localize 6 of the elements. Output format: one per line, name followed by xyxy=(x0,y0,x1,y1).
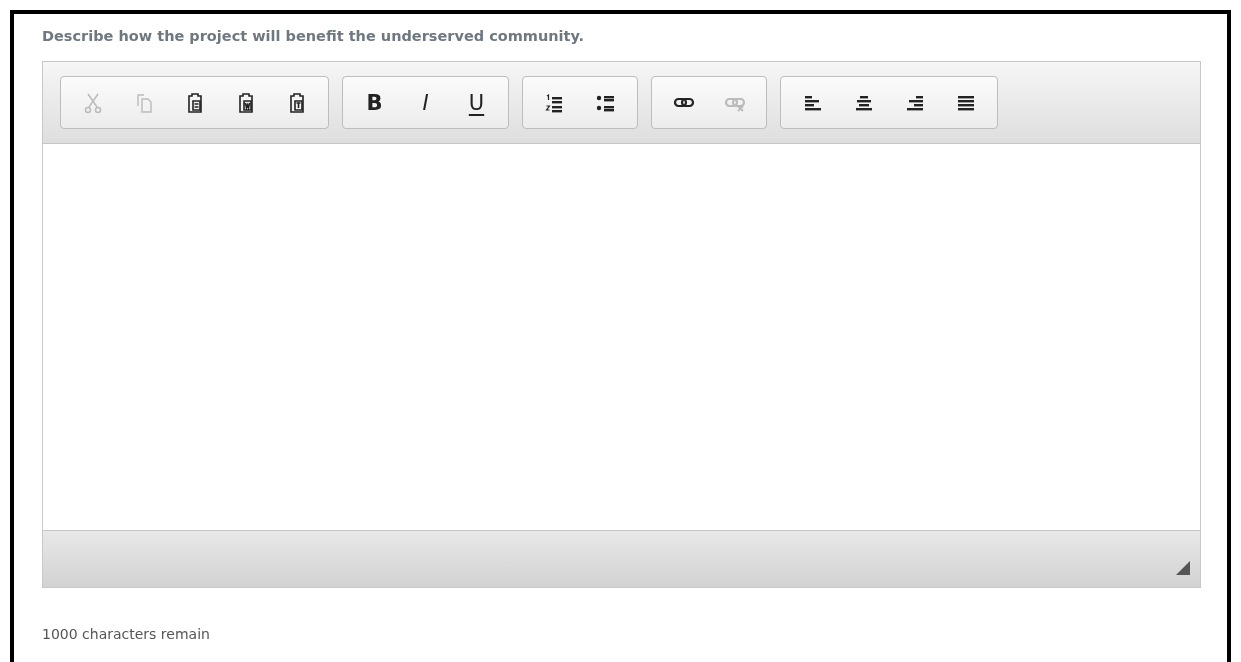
bold-button[interactable]: B xyxy=(349,82,400,123)
italic-button[interactable]: I xyxy=(400,82,451,123)
question-label: Describe how the project will benefit the underserved community. xyxy=(42,28,586,44)
characters-remaining-text: 1000 characters remain xyxy=(42,626,211,642)
resize-handle-icon[interactable] xyxy=(1176,561,1190,575)
underline-button[interactable]: U xyxy=(451,82,502,123)
